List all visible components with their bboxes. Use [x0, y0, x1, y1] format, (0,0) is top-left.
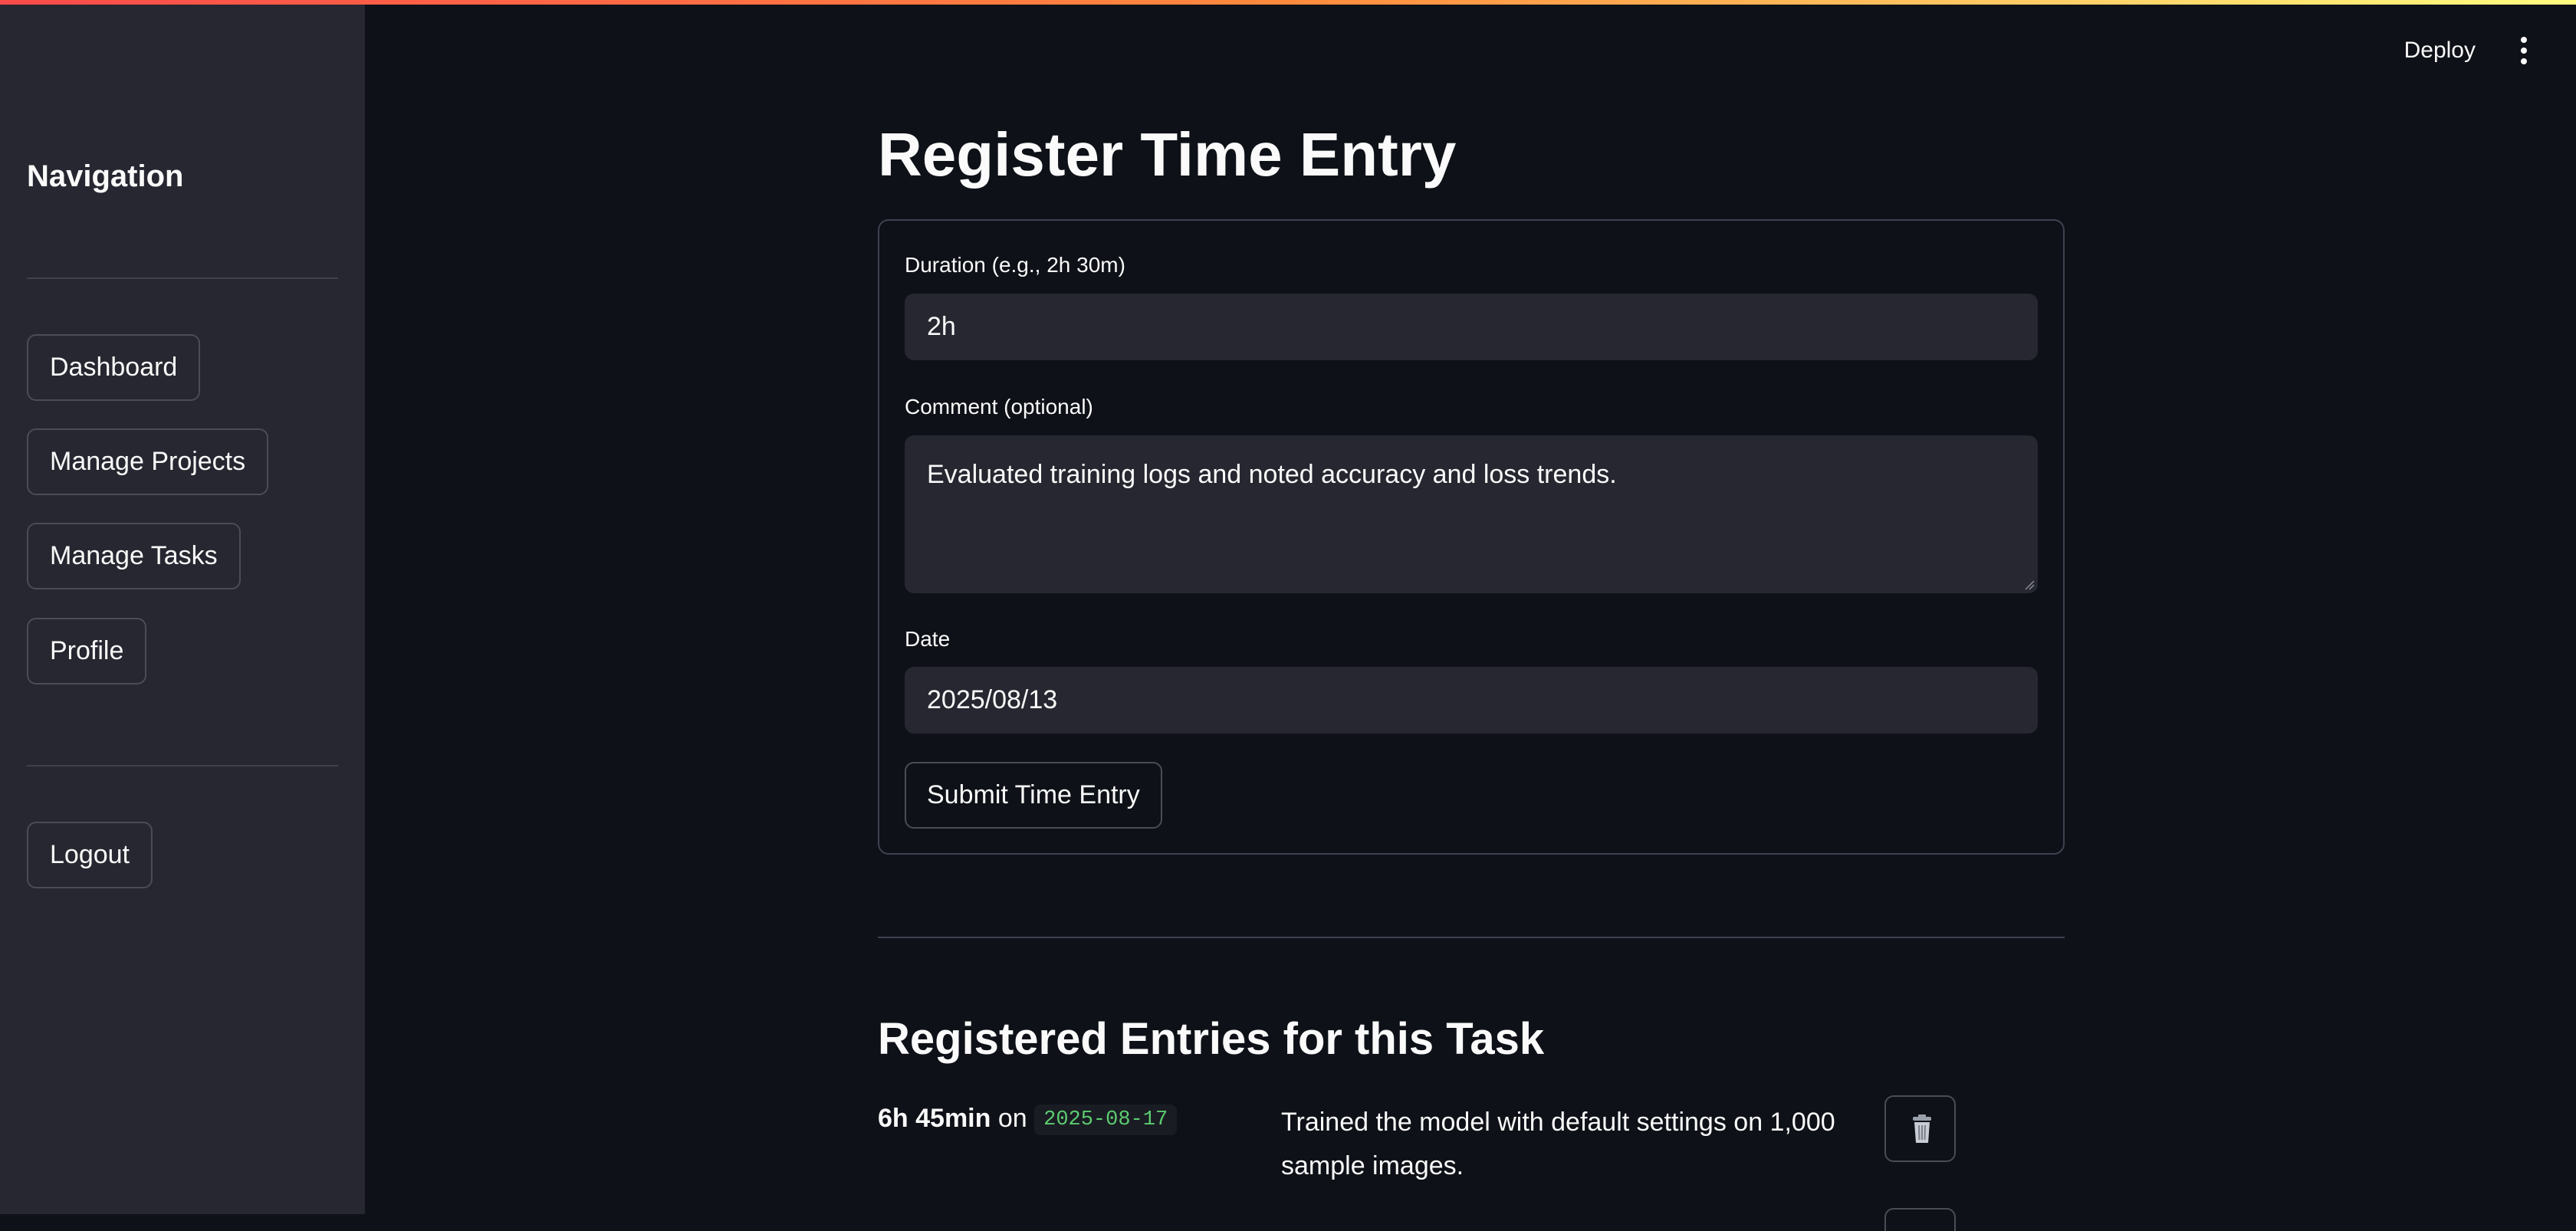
- comment-label: Comment (optional): [905, 395, 1093, 419]
- nav-dashboard-button[interactable]: Dashboard: [27, 334, 201, 401]
- vertical-ellipsis-icon[interactable]: [2515, 35, 2533, 66]
- entry-comment: Trained the model with default settings …: [1281, 1108, 1835, 1180]
- entry-duration-line: 6h 45min on 2025-08-17: [878, 1101, 1178, 1136]
- sidebar: Navigation Dashboard Manage Projects Man…: [0, 0, 365, 1214]
- entry-date: 2025-08-17: [1034, 1105, 1178, 1136]
- deploy-button[interactable]: Deploy: [2404, 34, 2476, 67]
- comment-text: Evaluated training logs and noted accura…: [927, 460, 1617, 489]
- sidebar-divider-top: [27, 277, 338, 279]
- entry-row: 6h 45min on 2025-08-17 Trained the model…: [878, 1095, 2065, 1231]
- entry-duration: 6h 45min: [878, 1104, 991, 1133]
- nav-manage-projects-button[interactable]: Manage Projects: [27, 428, 269, 495]
- sidebar-divider-bottom: [27, 765, 338, 767]
- next-delete-button-partial[interactable]: [1884, 1208, 1956, 1231]
- delete-entry-button[interactable]: [1884, 1095, 1956, 1162]
- resize-handle-icon[interactable]: [2024, 579, 2035, 590]
- comment-textarea[interactable]: Evaluated training logs and noted accura…: [905, 435, 2038, 593]
- section-divider: [878, 937, 2065, 938]
- date-label: Date: [905, 627, 951, 651]
- page-title: Register Time Entry: [878, 120, 1457, 189]
- logout-button[interactable]: Logout: [27, 822, 153, 888]
- date-input[interactable]: 2025/08/13: [905, 667, 2038, 734]
- time-entry-form: Duration (e.g., 2h 30m) 2h Comment (opti…: [878, 219, 2065, 855]
- sidebar-title: Navigation: [27, 159, 184, 193]
- duration-label: Duration (e.g., 2h 30m): [905, 253, 1125, 277]
- submit-time-entry-button[interactable]: Submit Time Entry: [905, 762, 1162, 829]
- trash-icon: [1907, 1114, 1937, 1144]
- top-decoration-bar: [0, 0, 2576, 5]
- nav-profile-button[interactable]: Profile: [27, 618, 147, 684]
- entries-section-title: Registered Entries for this Task: [878, 1014, 1545, 1064]
- header-actions: Deploy: [2269, 0, 2576, 103]
- duration-input[interactable]: 2h: [905, 294, 2038, 360]
- nav-manage-tasks-button[interactable]: Manage Tasks: [27, 523, 241, 589]
- entry-on-text: on: [997, 1104, 1027, 1133]
